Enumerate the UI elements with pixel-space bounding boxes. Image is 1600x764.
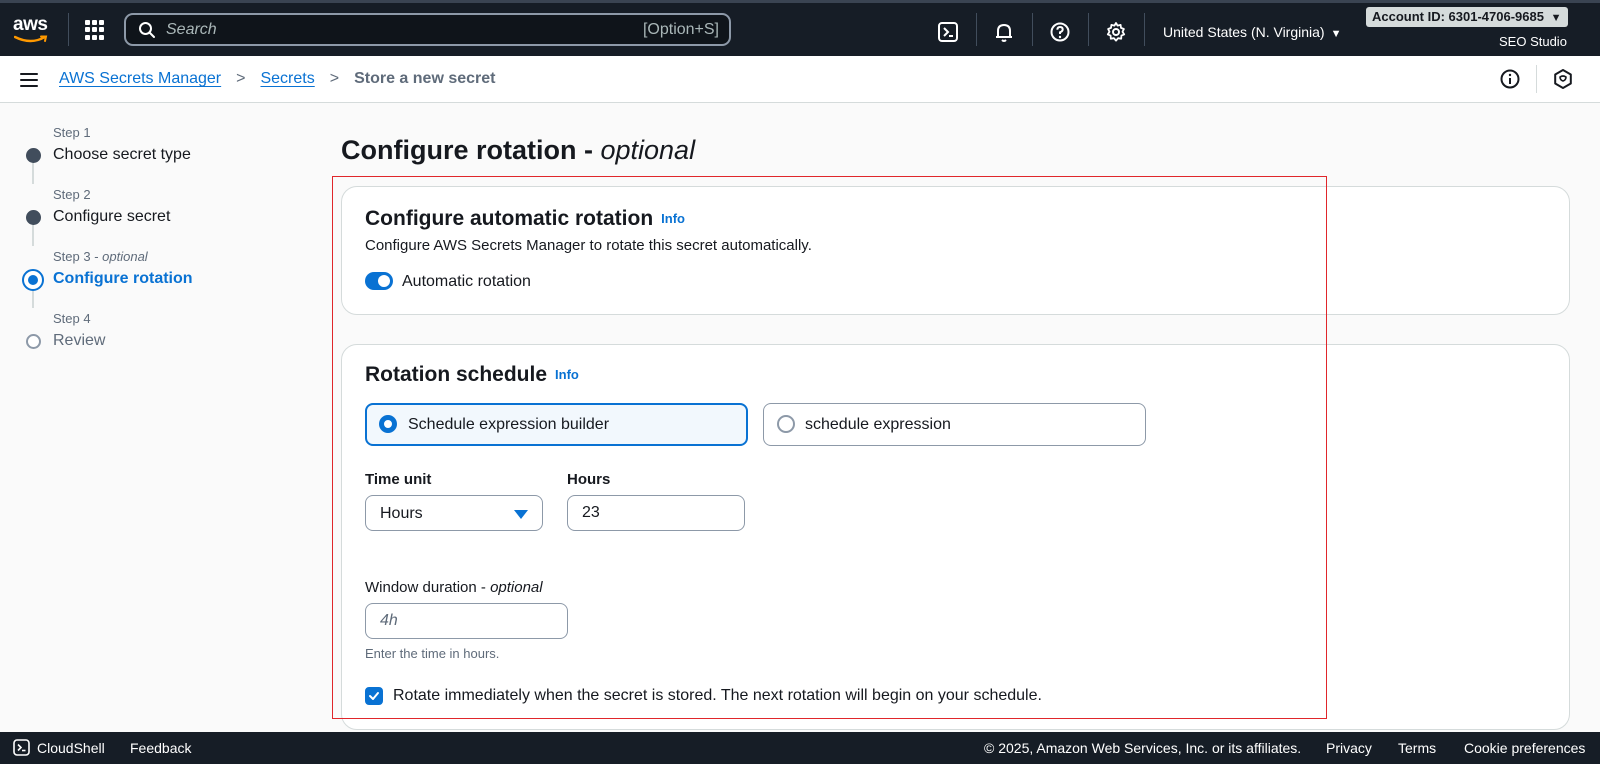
wizard-steps: Step 1 Choose secret type Step 2 Configu… [20,122,280,362]
search-icon [139,22,155,38]
step-1-title[interactable]: Choose secret type [53,146,191,164]
account-id-menu[interactable]: Account ID: 6301-4706-9685 ▼ [1366,7,1568,27]
topbar-divider [976,13,977,46]
organization-label[interactable]: SEO Studio [1499,34,1567,49]
breadcrumb-divider [1536,65,1537,93]
aws-logo[interactable]: aws [13,14,51,46]
aws-logo-text: aws [13,14,48,35]
step-4-title: Review [53,332,106,349]
automatic-rotation-info-link[interactable]: Info [661,211,685,226]
feedback-link[interactable]: Feedback [130,740,191,756]
rotation-schedule-info-link[interactable]: Info [555,367,579,382]
schedule-builder-label: Schedule expression builder [408,416,610,433]
step-1-number: Step 1 [53,125,91,140]
region-caret-icon: ▼ [1330,28,1342,40]
automatic-rotation-heading: Configure automatic rotation Info [365,207,685,230]
topbar-divider [68,13,69,46]
automatic-rotation-description: Configure AWS Secrets Manager to rotate … [365,237,812,254]
cloudshell-icon [13,739,30,756]
step-2-title[interactable]: Configure secret [53,208,170,226]
breadcrumb-current: Store a new secret [354,70,496,87]
step-3-title: Configure rotation [53,270,193,287]
breadcrumb-bar: AWS Secrets Manager > Secrets > Store a … [0,56,1600,103]
account-caret-icon: ▼ [1550,12,1562,24]
breadcrumb: AWS Secrets Manager > Secrets > Store a … [59,70,495,88]
terms-link[interactable]: Terms [1398,740,1436,756]
cloudshell-icon[interactable] [937,21,959,43]
window-duration-label: Window duration - optional [365,579,543,596]
topbar-divider [1088,13,1089,46]
aws-smile-icon [14,35,48,43]
privacy-link[interactable]: Privacy [1326,740,1372,756]
copyright-text: © 2025, Amazon Web Services, Inc. or its… [984,740,1302,756]
step-1-indicator-icon [26,148,41,163]
schedule-builder-option[interactable]: Schedule expression builder [365,403,748,446]
automatic-rotation-toggle-label[interactable]: Automatic rotation [402,273,531,291]
hours-label: Hours [567,471,611,488]
automatic-rotation-toggle[interactable] [365,272,393,290]
topbar-divider [1144,13,1145,46]
page-title: Configure rotation - optional [341,135,696,165]
topbar-divider [1032,13,1033,46]
cookie-preferences-link[interactable]: Cookie preferences [1464,740,1585,756]
rotation-schedule-container: Rotation schedule Info Schedule expressio… [341,344,1570,730]
search-box[interactable]: [Option+S] [124,13,731,46]
rotate-immediately-label[interactable]: Rotate immediately when the secret is st… [393,687,1042,705]
breadcrumb-separator: > [329,70,340,87]
window-duration-input[interactable] [365,603,568,639]
schedule-expression-label: schedule expression [805,416,951,433]
automatic-rotation-container: Configure automatic rotation Info Configu… [341,186,1570,315]
top-navigation-bar: aws [Option+S] United [0,0,1600,56]
step-connector [32,160,34,184]
schedule-expression-radio[interactable] [777,415,795,433]
side-nav-menu-icon[interactable] [20,73,38,87]
dropdown-caret-icon [514,510,528,519]
account-id-label: Account ID: 6301-4706-9685 [1372,9,1544,24]
cloudshell-label: CloudShell [37,739,105,756]
window-duration-hint: Enter the time in hours. [365,646,500,661]
region-label: United States (N. Virginia) [1163,24,1325,40]
services-grid-icon[interactable] [85,20,105,40]
time-unit-label: Time unit [365,471,432,488]
breadcrumb-secrets-manager[interactable]: AWS Secrets Manager [59,70,221,88]
step-3-number: Step 3 - optional [53,249,148,264]
info-panel-icon[interactable] [1499,68,1521,90]
search-shortcut: [Option+S] [642,21,719,38]
schedule-builder-radio[interactable] [379,415,397,433]
checkmark-icon [369,692,379,700]
step-connector [32,222,34,246]
footer-bar: CloudShell Feedback © 2025, Amazon Web S… [0,732,1600,764]
schedule-expression-option[interactable]: schedule expression [763,403,1146,446]
step-4-indicator-icon [26,334,41,349]
breadcrumb-separator: > [236,70,246,87]
assistant-hexagon-icon[interactable] [1552,68,1574,90]
rotation-schedule-heading: Rotation schedule Info [365,363,579,386]
settings-gear-icon[interactable] [1105,21,1127,43]
breadcrumb-secrets[interactable]: Secrets [260,70,314,88]
region-selector[interactable]: United States (N. Virginia) ▼ [1163,24,1341,40]
step-2-number: Step 2 [53,187,91,202]
hours-input[interactable] [567,495,745,531]
step-2-indicator-icon [26,210,41,225]
cloudshell-button[interactable]: CloudShell [13,739,105,756]
rotate-immediately-checkbox[interactable] [365,687,383,705]
search-input[interactable] [166,19,606,41]
notifications-bell-icon[interactable] [993,21,1015,43]
help-icon[interactable] [1049,21,1071,43]
time-unit-value: Hours [380,505,423,522]
step-3-indicator-icon [22,269,44,291]
step-4-number: Step 4 [53,311,91,326]
time-unit-select[interactable]: Hours [365,495,543,531]
